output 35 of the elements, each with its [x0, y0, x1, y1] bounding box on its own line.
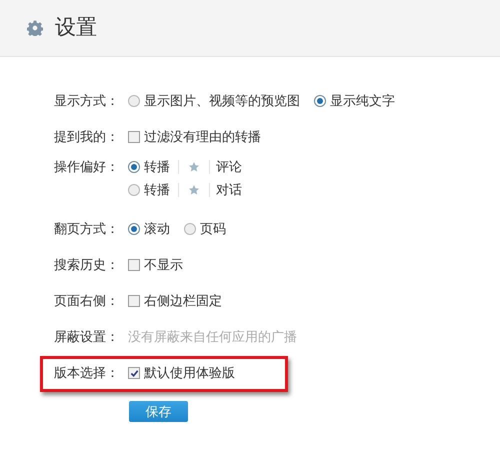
setting-label: 页面右侧： — [54, 292, 120, 310]
checkbox[interactable] — [128, 367, 140, 379]
option-label: 转播 — [144, 158, 170, 176]
setting-label: 屏蔽设置： — [54, 328, 120, 346]
setting-label: 提到我的： — [54, 128, 120, 146]
setting-label: 操作偏好： — [54, 158, 120, 176]
checkbox-option[interactable]: 右侧边栏固定 — [128, 291, 222, 311]
checkbox[interactable] — [128, 131, 140, 143]
radio-button[interactable] — [184, 223, 196, 235]
setting-label: 版本选择： — [54, 364, 120, 382]
checkbox[interactable] — [128, 295, 140, 307]
option-label: 转播 — [144, 180, 170, 199]
setting-label: 显示方式： — [54, 92, 120, 110]
checkbox-option[interactable]: 过滤没有理由的转播 — [128, 127, 261, 147]
radio-button[interactable] — [128, 160, 140, 172]
radio-button[interactable] — [128, 95, 140, 107]
checkbox-option[interactable]: 不显示 — [128, 255, 183, 275]
radio-option[interactable]: 显示纯文字 — [314, 91, 395, 111]
radio-button[interactable] — [314, 95, 326, 107]
option-label: 对话 — [216, 180, 242, 199]
radio-option[interactable]: 显示图片、视频等的预览图 — [128, 91, 300, 111]
setting-label: 搜索历史： — [54, 256, 120, 274]
radio-option[interactable]: 滚动 — [128, 219, 170, 239]
page-title: 设置 — [55, 15, 97, 42]
setting-value: 没有屏蔽来自任何应用的广播 — [128, 328, 297, 346]
settings-icon — [27, 20, 43, 36]
setting-label: 翻页方式： — [54, 220, 120, 238]
radio-button[interactable] — [128, 223, 140, 235]
radio-option[interactable]: 页码 — [184, 219, 226, 239]
star-icon[interactable] — [188, 184, 200, 196]
star-icon[interactable] — [188, 160, 200, 172]
option-label: 评论 — [216, 158, 242, 176]
radio-button[interactable] — [128, 184, 140, 196]
checkbox-option[interactable]: 默认使用体验版 — [128, 363, 235, 383]
checkbox[interactable] — [128, 259, 140, 271]
